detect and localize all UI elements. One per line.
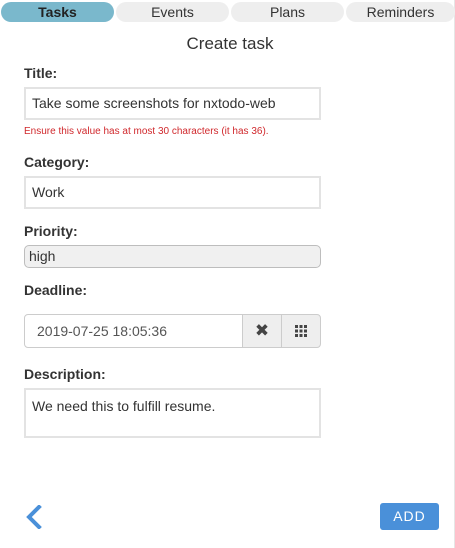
- tab-events[interactable]: Events: [116, 2, 229, 22]
- add-button[interactable]: ADD: [380, 503, 439, 530]
- tab-plans[interactable]: Plans: [231, 2, 344, 22]
- page-title: Create task: [186, 34, 274, 53]
- clear-deadline-button[interactable]: ✖: [242, 314, 282, 348]
- calendar-grid-icon: [295, 324, 307, 337]
- description-textarea[interactable]: We need this to fulfill resume.: [24, 388, 321, 438]
- priority-select[interactable]: high: [24, 245, 321, 268]
- tab-bar: Tasks Events Plans Reminders: [0, 2, 455, 22]
- title-input[interactable]: Take some screenshots for nxtodo-web: [24, 87, 321, 120]
- open-calendar-button[interactable]: [281, 314, 321, 348]
- category-label: Category:: [24, 154, 90, 170]
- deadline-picker: 2019-07-25 18:05:36 ✖: [24, 314, 321, 348]
- title-label: Title:: [24, 65, 58, 81]
- close-icon: ✖: [254, 321, 270, 340]
- title-error-message: Ensure this value has at most 30 charact…: [24, 126, 269, 137]
- priority-label: Priority:: [24, 223, 78, 239]
- description-label: Description:: [24, 366, 106, 382]
- tab-tasks[interactable]: Tasks: [1, 2, 114, 22]
- back-button[interactable]: [24, 504, 44, 530]
- chevron-left-icon: [26, 504, 42, 530]
- deadline-input[interactable]: 2019-07-25 18:05:36: [24, 314, 243, 348]
- create-task-page: Tasks Events Plans Reminders Create task…: [0, 0, 455, 548]
- tab-reminders[interactable]: Reminders: [346, 2, 455, 22]
- category-input[interactable]: Work: [24, 176, 321, 209]
- deadline-label: Deadline:: [24, 282, 88, 298]
